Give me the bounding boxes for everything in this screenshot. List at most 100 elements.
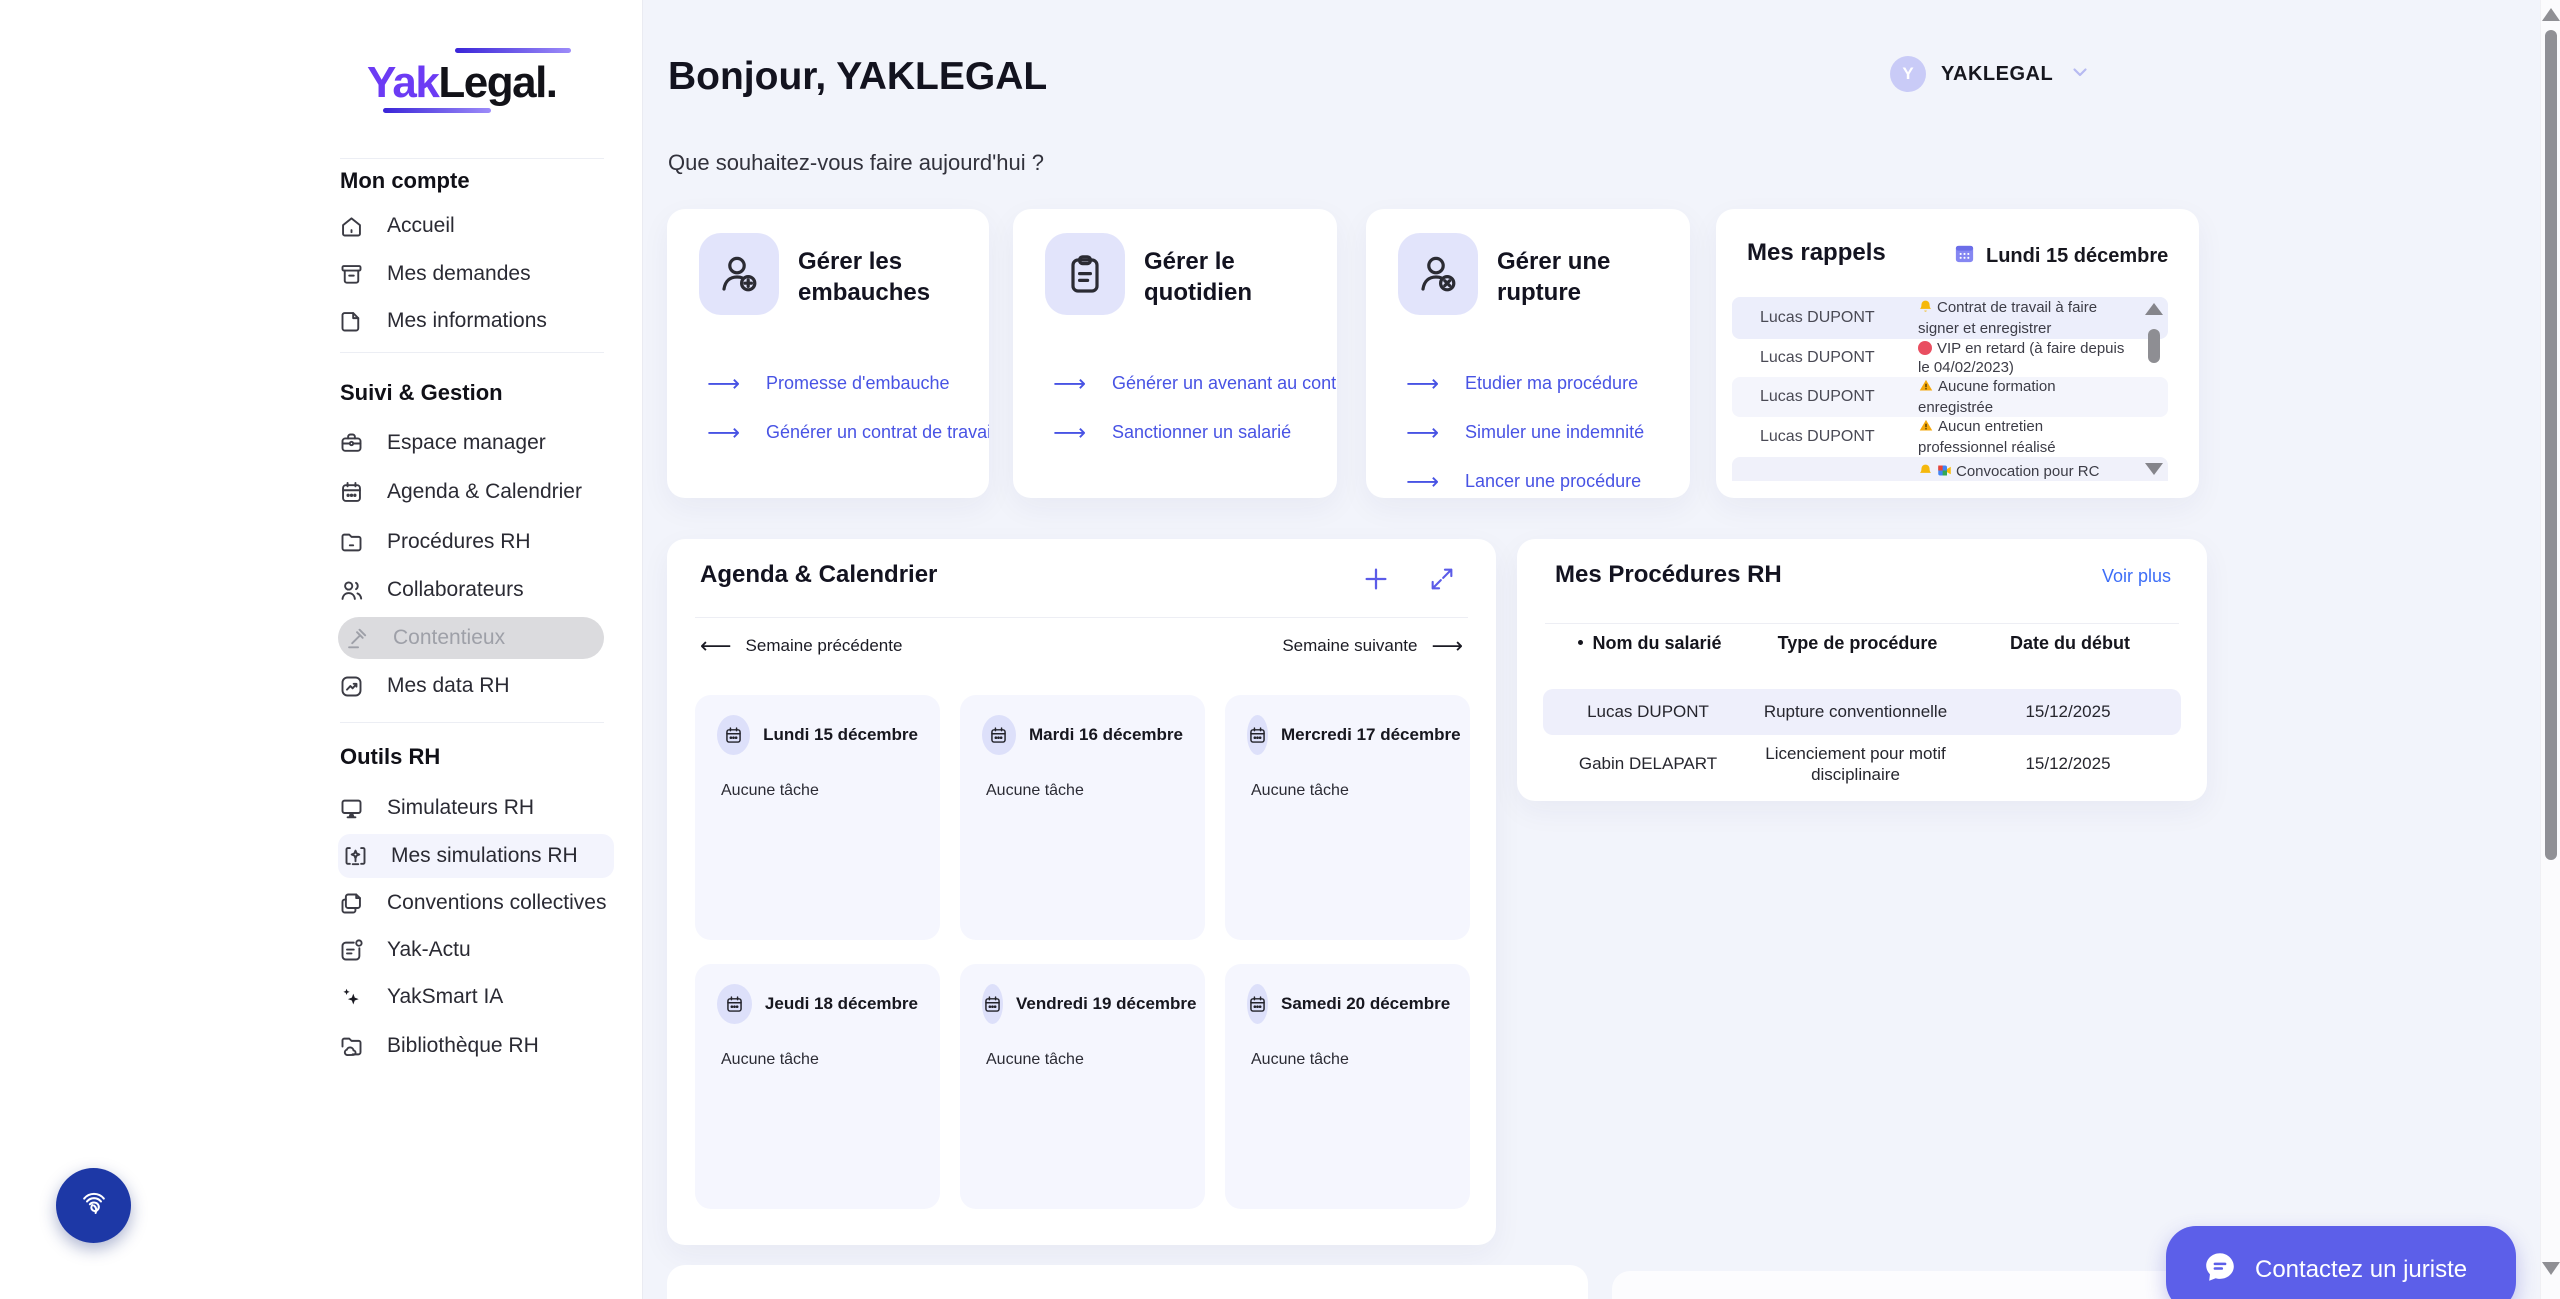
day-card-mercredi-17[interactable]: Mercredi 17 décembre Aucune tâche — [1225, 695, 1470, 940]
reminder-row[interactable]: Lucas DUPONT Aucun entretien professionn… — [1732, 417, 2168, 457]
cell-type: Licenciement pour motif disciplinaire — [1753, 743, 1958, 786]
bullet-dot — [1578, 640, 1583, 645]
sidebar-item-label: Conventions collectives — [387, 891, 606, 915]
sidebar-item-mes-simulations-rh[interactable]: Mes simulations RH — [338, 834, 614, 878]
page-subtitle: Que souhaitez-vous faire aujourd'hui ? — [668, 150, 1044, 176]
scroll-up-arrow[interactable] — [2542, 8, 2560, 21]
cookie-consent-button[interactable] — [56, 1168, 131, 1243]
user-x-icon — [1398, 233, 1478, 315]
section-heading-suivi-gestion: Suivi & Gestion — [340, 380, 503, 406]
bell-icon — [1918, 299, 1933, 320]
sidebar-item-conventions-collectives[interactable]: Conventions collectives — [338, 881, 610, 925]
scroll-down-arrow[interactable] — [2145, 463, 2163, 475]
day-card-jeudi-18[interactable]: Jeudi 18 décembre Aucune tâche — [695, 964, 940, 1209]
logo-accent-line-top — [455, 48, 571, 53]
reminders-list[interactable]: Lucas DUPONT Contrat de travail à faire … — [1732, 297, 2168, 481]
chevron-down-icon — [2068, 60, 2092, 89]
reminders-scrollbar[interactable] — [2144, 303, 2164, 475]
sidebar-item-mes-informations[interactable]: Mes informations — [338, 299, 610, 343]
reminder-row[interactable]: Lucas DUPONT Aucune formation enregistré… — [1732, 377, 2168, 417]
calendar-icon — [1247, 984, 1268, 1024]
arrow-left-icon: ⟵ — [700, 633, 732, 659]
link-lancer-procedure[interactable]: ⟶ Lancer une procédure — [1406, 457, 1670, 498]
calendar-icon — [1953, 242, 1976, 271]
scroll-thumb[interactable] — [2545, 30, 2557, 860]
procedures-divider — [1545, 623, 2179, 624]
cell-date: 15/12/2025 — [1958, 702, 2178, 722]
previous-week-button[interactable]: ⟵ Semaine précédente — [700, 633, 902, 659]
sidebar-item-espace-manager[interactable]: Espace manager — [338, 421, 610, 465]
cell-name: Gabin DELAPART — [1543, 754, 1753, 774]
reminder-row[interactable]: Convocation pour RC — [1732, 457, 2168, 481]
day-card-vendredi-19[interactable]: Vendredi 19 décembre Aucune tâche — [960, 964, 1205, 1209]
briefcase-icon — [338, 430, 365, 457]
next-week-button[interactable]: Semaine suivante ⟶ — [1282, 633, 1463, 659]
day-card-lundi-15[interactable]: Lundi 15 décembre Aucune tâche — [695, 695, 940, 940]
scroll-down-arrow[interactable] — [2542, 1262, 2560, 1275]
sidebar-item-label: Mes simulations RH — [391, 844, 578, 868]
arrow-right-icon: ⟶ — [1406, 470, 1439, 493]
sidebar-item-simulateurs-rh[interactable]: Simulateurs RH — [338, 786, 610, 830]
calendar-icon — [717, 984, 752, 1024]
sparkles-icon — [338, 984, 365, 1011]
empty-task-label: Aucune tâche — [1251, 1051, 1448, 1069]
section-heading-outils-rh: Outils RH — [340, 744, 440, 770]
contact-lawyer-label: Contactez un juriste — [2255, 1256, 2467, 1284]
table-row[interactable]: Lucas DUPONT Rupture conventionnelle 15/… — [1543, 689, 2181, 735]
sidebar: YakLegal. Mon compte Accueil Mes demande… — [0, 0, 643, 1299]
sidebar-item-label: Agenda & Calendrier — [387, 480, 582, 504]
sidebar-item-label: Mes informations — [387, 309, 547, 333]
link-etudier-procedure[interactable]: ⟶ Etudier ma procédure — [1406, 359, 1670, 408]
contact-lawyer-button[interactable]: Contactez un juriste — [2166, 1226, 2516, 1299]
sidebar-item-accueil[interactable]: Accueil — [338, 204, 610, 248]
folder-icon — [338, 529, 365, 556]
page-scrollbar[interactable] — [2540, 0, 2560, 1299]
file-icon — [338, 308, 365, 335]
sidebar-item-bibliotheque-rh[interactable]: Bibliothèque RH — [338, 1024, 610, 1068]
see-more-link[interactable]: Voir plus — [2102, 566, 2171, 587]
add-task-button[interactable] — [1360, 563, 1392, 595]
link-generer-contrat-travail[interactable]: ⟶ Générer un contrat de travail — [707, 408, 969, 457]
empty-task-label: Aucune tâche — [986, 782, 1183, 800]
procedures-title: Mes Procédures RH — [1555, 561, 1782, 589]
sidebar-item-yak-actu[interactable]: Yak-Actu — [338, 928, 610, 972]
week-grid: Lundi 15 décembre Aucune tâche Mardi 16 … — [695, 695, 1470, 1209]
calendar-icon — [982, 984, 1003, 1024]
logo-accent-line-bottom — [383, 108, 491, 113]
sidebar-item-collaborateurs[interactable]: Collaborateurs — [338, 568, 610, 612]
scroll-up-arrow[interactable] — [2145, 303, 2163, 315]
arrow-right-icon: ⟶ — [707, 421, 740, 444]
cell-type: Rupture conventionnelle — [1753, 701, 1958, 722]
sidebar-item-agenda-calendrier[interactable]: Agenda & Calendrier — [338, 470, 610, 514]
sidebar-item-label: Procédures RH — [387, 530, 531, 554]
day-card-samedi-20[interactable]: Samedi 20 décembre Aucune tâche — [1225, 964, 1470, 1209]
day-card-mardi-16[interactable]: Mardi 16 décembre Aucune tâche — [960, 695, 1205, 940]
empty-task-label: Aucune tâche — [1251, 782, 1448, 800]
user-menu[interactable]: Y YAKLEGAL — [1890, 56, 2092, 92]
empty-task-label: Aucune tâche — [986, 1051, 1183, 1069]
arrow-right-icon: ⟶ — [1406, 372, 1439, 395]
sidebar-item-yaksmart-ia[interactable]: YakSmart IA — [338, 975, 610, 1019]
expand-icon[interactable] — [1426, 563, 1458, 595]
link-simuler-indemnite[interactable]: ⟶ Simuler une indemnité — [1406, 408, 1670, 457]
reminder-row[interactable]: Lucas DUPONT Contrat de travail à faire … — [1732, 297, 2168, 339]
scroll-thumb[interactable] — [2148, 329, 2160, 363]
documents-icon — [338, 890, 365, 917]
procedures-table-header: Nom du salarié Type de procédure Date du… — [1545, 633, 2180, 654]
column-header-type: Type de procédure — [1755, 633, 1960, 654]
meet-icon — [1937, 463, 1952, 481]
reminder-row[interactable]: Lucas DUPONT VIP en retard (à faire depu… — [1732, 339, 2168, 377]
link-promesse-embauche[interactable]: ⟶ Promesse d'embauche — [707, 359, 969, 408]
sidebar-item-mes-data-rh[interactable]: Mes data RH — [338, 664, 610, 708]
sidebar-item-mes-demandes[interactable]: Mes demandes — [338, 252, 610, 296]
sidebar-item-procedures-rh[interactable]: Procédures RH — [338, 520, 610, 564]
calendar-icon — [338, 479, 365, 506]
warning-icon — [1918, 378, 1934, 399]
sidebar-item-contentieux[interactable]: Contentieux — [338, 617, 604, 659]
reminders-panel: Mes rappels Lundi 15 décembre Lucas DUPO… — [1716, 209, 2199, 498]
card-gerer-les-embauches: Gérer les embauches ⟶ Promesse d'embauch… — [667, 209, 989, 498]
link-sanctionner-salarie[interactable]: ⟶ Sanctionner un salarié — [1053, 408, 1317, 457]
table-row[interactable]: Gabin DELAPART Licenciement pour motif d… — [1543, 737, 2181, 791]
yaklegal-logo[interactable]: YakLegal. — [367, 46, 577, 126]
link-generer-avenant[interactable]: ⟶ Générer un avenant au contrat — [1053, 359, 1317, 408]
